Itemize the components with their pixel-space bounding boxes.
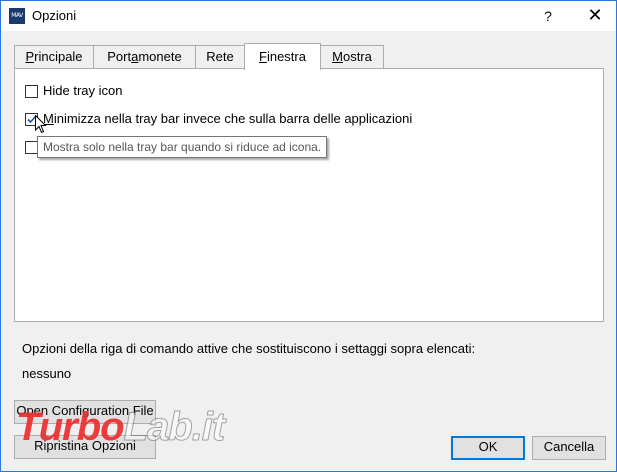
tab-rete[interactable]: Rete xyxy=(195,45,245,68)
option-label: Minimizza nella tray bar invece che sull… xyxy=(43,111,413,126)
window-title: Opzioni xyxy=(32,8,77,23)
cmdline-info-label: Opzioni della riga di comando attive che… xyxy=(22,341,476,356)
tooltip: Mostra solo nella tray bar quando si rid… xyxy=(37,136,328,158)
mouse-pointer-icon xyxy=(35,115,47,134)
tab-principale[interactable]: Principale xyxy=(14,45,94,68)
close-button[interactable]: ✕ xyxy=(574,1,616,31)
ok-button[interactable]: OK xyxy=(451,436,525,460)
tab-mostra[interactable]: Mostra xyxy=(320,45,384,68)
app-icon: MAV xyxy=(9,8,25,24)
tab-portamonete[interactable]: Portamonete xyxy=(93,45,196,68)
cmdline-value: nessuno xyxy=(22,366,72,381)
turbolab-watermark: TurboLab.it xyxy=(16,405,226,450)
title-bar[interactable]: MAV Opzioni ? ✕ xyxy=(1,1,616,31)
cancel-button[interactable]: Cancella xyxy=(532,436,606,460)
help-button[interactable]: ? xyxy=(531,1,565,31)
tab-finestra[interactable]: Finestra xyxy=(244,43,321,70)
options-dialog: MAV Opzioni ? ✕ Principale Portamonete R… xyxy=(0,0,617,472)
option-label: Hide tray icon xyxy=(43,83,123,98)
checkbox-hide-tray-icon[interactable] xyxy=(25,85,38,98)
tab-panel-finestra: Hide tray icon Minimizza nella tray bar … xyxy=(14,68,604,322)
